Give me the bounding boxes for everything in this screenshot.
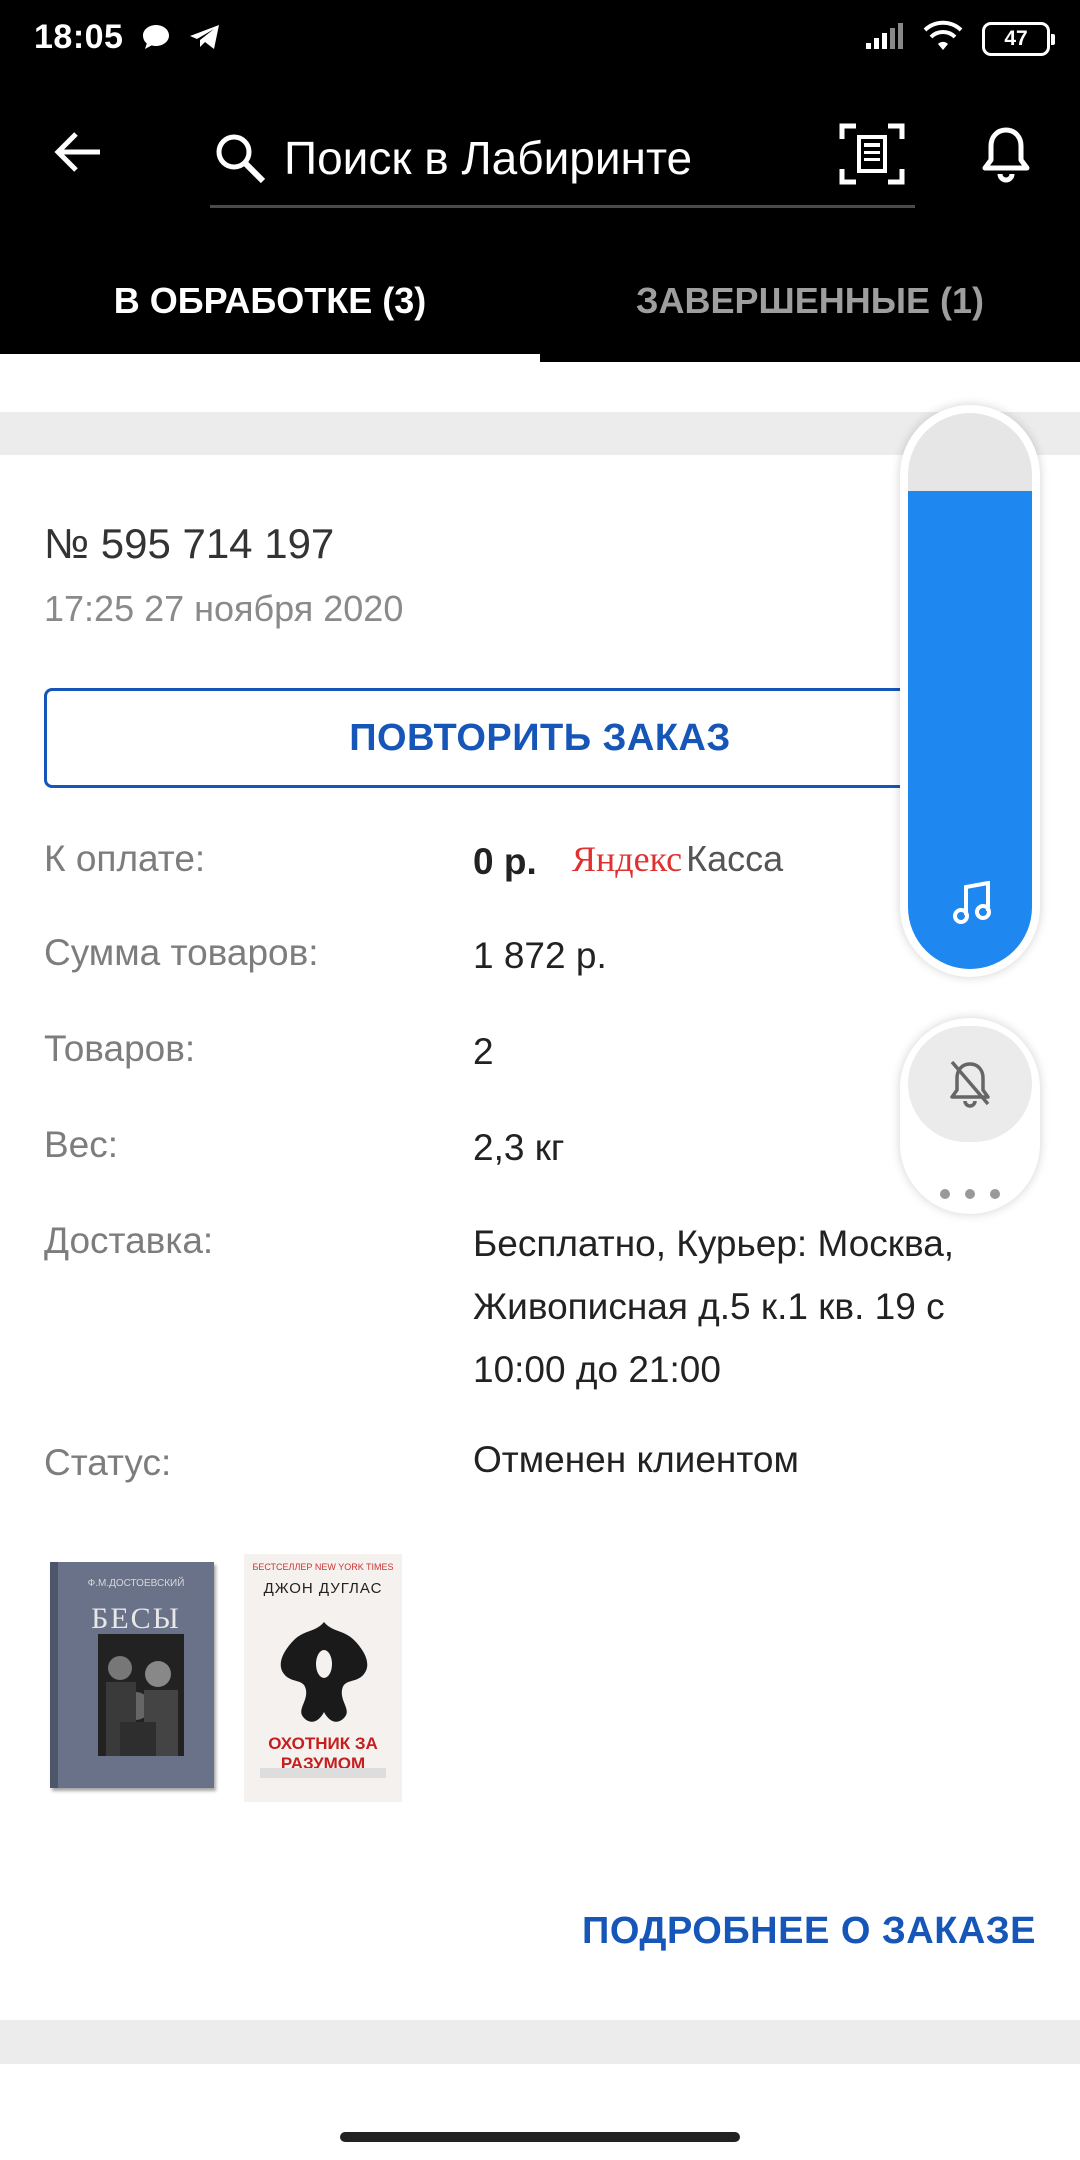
yandex-kassa-logo: Яндекс Касса [572,838,784,879]
weight-label: Вес: [44,1124,119,1165]
book-cover-besy[interactable]: Ф.М.ДОСТОЕВСКИЙ БЕСЫ [50,1562,214,1788]
order-date: 17:25 27 ноября 2020 [44,588,404,629]
volume-slider[interactable] [908,413,1032,969]
system-icons: 47 [864,20,1055,57]
scan-icon [839,123,905,185]
book-cover-mindhunter[interactable]: БЕСТСЕЛЛЕР NEW YORK TIMES ДЖОН ДУГЛАС ОХ… [244,1554,402,1802]
order-number: № 595 714 197 [44,520,335,567]
items-count-label: Товаров: [44,1028,196,1069]
tab-in-progress[interactable]: В ОБРАБОТКЕ (3) [0,240,540,362]
telegram-icon [188,22,222,57]
bell-icon [982,127,1030,183]
delivery-value: Бесплатно, Курьер: Москва, Живописная д.… [473,1223,955,1390]
back-button[interactable] [42,116,114,188]
dot [965,1189,975,1199]
mute-button[interactable] [908,1026,1032,1142]
weight-value: 2,3 кг [473,1127,565,1168]
order-tabs: В ОБРАБОТКЕ (3) ЗАВЕРШЕННЫЕ (1) [0,240,1080,362]
search-icon [210,128,270,188]
delivery-label: Доставка: [44,1220,214,1261]
repeat-order-button[interactable]: ПОВТОРИТЬ ЗАКАЗ [44,688,1036,788]
home-indicator[interactable] [340,2132,740,2142]
signal-icon [864,21,904,56]
message-icon [140,22,172,57]
music-note-icon [953,881,991,924]
tab-completed[interactable]: ЗАВЕРШЕННЫЕ (1) [540,240,1080,362]
notifications-button[interactable] [966,114,1046,194]
items-count-value: 2 [473,1031,494,1072]
more-options-button[interactable] [940,1182,1000,1206]
status-bar: 18:05 47 [0,0,1080,80]
toolbar [0,80,1080,230]
dot [990,1189,1000,1199]
barcode-scan-button[interactable] [832,114,912,194]
items-sum-label: Сумма товаров: [44,932,319,973]
section-divider-bottom [0,2020,1080,2064]
app-header: 18:05 47 Поиск в Лабиринте В ОБРАБОТКЕ (… [0,0,1080,362]
items-sum-value: 1 872 р. [473,935,607,976]
cover-illustration [98,1634,184,1756]
volume-level [908,490,1032,969]
dot [940,1189,950,1199]
status-time: 18:05 [34,18,124,56]
payment-label: К оплате: [44,838,206,879]
inkblot-illustration [272,1618,376,1728]
search-input[interactable] [284,130,844,185]
notification-icons [140,22,222,57]
status-label: Статус: [44,1442,172,1483]
battery-icon: 47 [982,21,1055,56]
bell-off-icon [950,1060,990,1108]
back-arrow-icon [54,132,100,172]
search-bar[interactable] [210,110,915,208]
order-details-link[interactable]: ПОДРОБНЕЕ О ЗАКАЗЕ [582,1910,1036,1953]
status-value: Отменен клиентом [473,1439,799,1480]
payment-value: 0 р. [473,841,537,882]
wifi-icon [922,20,964,57]
